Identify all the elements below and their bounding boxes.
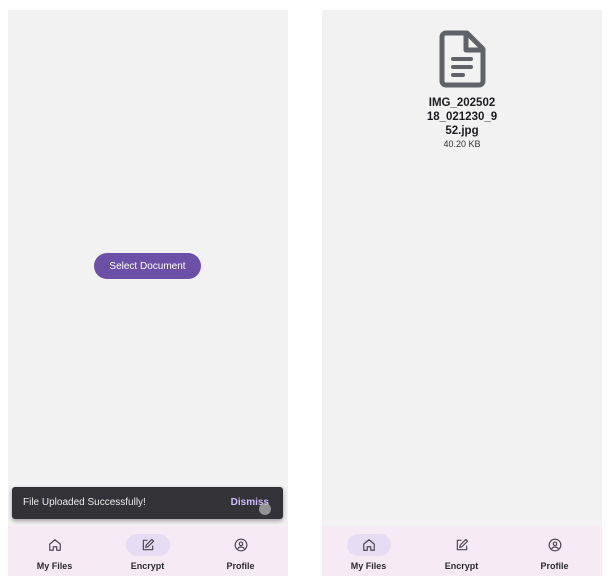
- nav-label: My Files: [36, 561, 73, 571]
- nav-item-my-files[interactable]: My Files: [322, 526, 415, 576]
- nav-pill: [33, 534, 77, 556]
- nav-label: Profile: [226, 561, 255, 571]
- snackbar-message: File Uploaded Successfully!: [23, 497, 146, 508]
- profile-icon: [548, 538, 561, 552]
- snackbar: File Uploaded Successfully! Dismiss: [12, 487, 283, 519]
- home-icon: [48, 539, 61, 551]
- nav-item-my-files[interactable]: My Files: [8, 526, 101, 576]
- file-tile[interactable]: IMG_20250218_021230_952.jpg 40.20 KB: [412, 30, 512, 149]
- nav-label: Encrypt: [130, 561, 165, 571]
- edit-icon: [456, 538, 468, 551]
- nav-item-profile[interactable]: Profile: [508, 526, 601, 576]
- nav-item-profile[interactable]: Profile: [194, 526, 287, 576]
- my-files-screen: IMG_20250218_021230_952.jpg 40.20 KB My …: [322, 10, 602, 576]
- nav-label: My Files: [350, 561, 387, 571]
- file-name: IMG_20250218_021230_952.jpg: [426, 97, 498, 137]
- nav-item-encrypt[interactable]: Encrypt: [415, 526, 508, 576]
- home-icon: [362, 539, 375, 551]
- encrypt-screen: Select Document File Uploaded Successful…: [8, 10, 288, 576]
- document-icon: [439, 30, 486, 88]
- nav-label: Encrypt: [444, 561, 479, 571]
- nav-pill: [440, 534, 484, 556]
- profile-icon: [234, 538, 247, 552]
- bottom-navigation: My Files Encrypt Profile: [8, 526, 288, 576]
- bottom-navigation: My Files Encrypt Profile: [322, 526, 602, 576]
- touch-indicator: [259, 503, 271, 515]
- nav-pill: [219, 534, 263, 556]
- nav-pill-active: [125, 534, 170, 556]
- nav-pill-active: [346, 534, 391, 556]
- nav-label: Profile: [540, 561, 569, 571]
- edit-icon: [142, 538, 154, 551]
- nav-pill: [533, 534, 577, 556]
- select-document-button[interactable]: Select Document: [94, 253, 201, 279]
- file-size: 40.20 KB: [443, 139, 481, 149]
- nav-item-encrypt[interactable]: Encrypt: [101, 526, 194, 576]
